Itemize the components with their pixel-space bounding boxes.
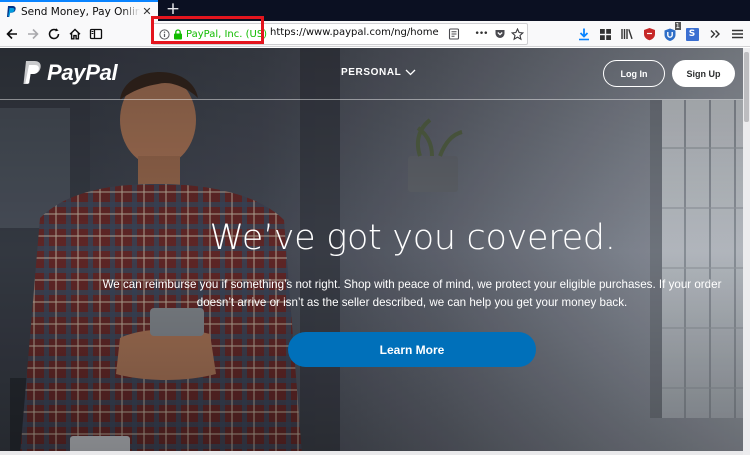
learn-more-button[interactable]: Learn More [288,332,536,367]
hero-subtitle: We can reimburse you if something’s not … [102,278,722,309]
back-button[interactable] [3,25,21,43]
header-divider [0,99,743,100]
new-tab-button[interactable]: + [164,1,182,19]
paypal-p-icon [23,61,41,84]
lock-icon [174,28,182,39]
library-icon [621,29,633,40]
arrow-right-icon [28,28,39,40]
identity-owner-label: PayPal, Inc. (US) [186,28,268,40]
chevron-down-icon [405,69,416,76]
puzzle-grid-icon [599,28,611,40]
chevron-double-right-icon [710,30,720,38]
bookmark-star-icon[interactable] [510,27,525,42]
site-identity-box[interactable]: PayPal, Inc. (US) [153,24,267,44]
url-bar[interactable]: PayPal, Inc. (US) https://www.paypal.com… [152,23,528,45]
tab-close-icon[interactable]: ✕ [140,5,154,19]
paypal-header: PayPal PERSONAL Log In Sign Up [0,48,743,99]
vertical-scrollbar[interactable] [743,48,750,455]
personal-menu-label: PERSONAL [341,67,402,78]
overflow-button[interactable] [706,25,724,43]
shield-icon [643,28,655,41]
tab-title: Send Money, Pay Online or Set Up a Merch… [21,5,140,18]
paypal-favicon-icon [7,5,16,17]
personal-menu[interactable]: PERSONAL [341,67,416,78]
ublock-button[interactable]: 1 [661,22,681,43]
scrollbar-thumb[interactable] [744,52,749,122]
home-button[interactable] [66,25,84,43]
home-icon [69,28,81,40]
downloads-button[interactable] [575,25,593,43]
paypal-logo[interactable]: PayPal [22,60,118,86]
shield-extension-button[interactable] [640,25,658,43]
sidebar-button[interactable] [87,25,105,43]
ublock-count-badge: 1 [674,22,681,30]
paypal-page: PayPal PERSONAL Log In Sign Up We’ve got… [0,48,743,455]
menu-button[interactable] [728,25,746,43]
hamburger-menu-icon [731,29,743,39]
pocket-icon[interactable] [492,27,507,42]
hero-title: We’ve got you covered. [209,218,616,258]
stylus-button[interactable]: S [683,25,701,43]
info-icon[interactable] [159,28,170,40]
forward-button[interactable] [24,25,42,43]
page-actions-icon[interactable]: ••• [473,27,489,42]
download-arrow-icon [579,28,589,41]
stylus-icon: S [685,27,699,41]
reload-icon [48,28,60,40]
navigation-toolbar: PayPal, Inc. (US) https://www.paypal.com… [0,21,750,47]
url-separator [464,27,470,42]
horizontal-scrollbar[interactable] [0,451,743,455]
arrow-left-icon [6,28,17,40]
sidebar-icon [89,28,103,40]
signup-button[interactable]: Sign Up [672,60,735,87]
login-button[interactable]: Log In [603,60,665,87]
browser-tab[interactable]: Send Money, Pay Online or Set Up a Merch… [0,0,158,21]
tab-strip: Send Money, Pay Online or Set Up a Merch… [0,0,750,21]
paypal-wordmark: PayPal [47,60,118,85]
reader-view-icon[interactable] [446,27,461,42]
url-text[interactable]: https://www.paypal.com/ng/home [270,27,439,38]
library-button[interactable] [618,25,636,43]
url-bar-actions: ••• [446,25,525,43]
reload-button[interactable] [45,25,63,43]
extensions-button[interactable] [596,25,614,43]
